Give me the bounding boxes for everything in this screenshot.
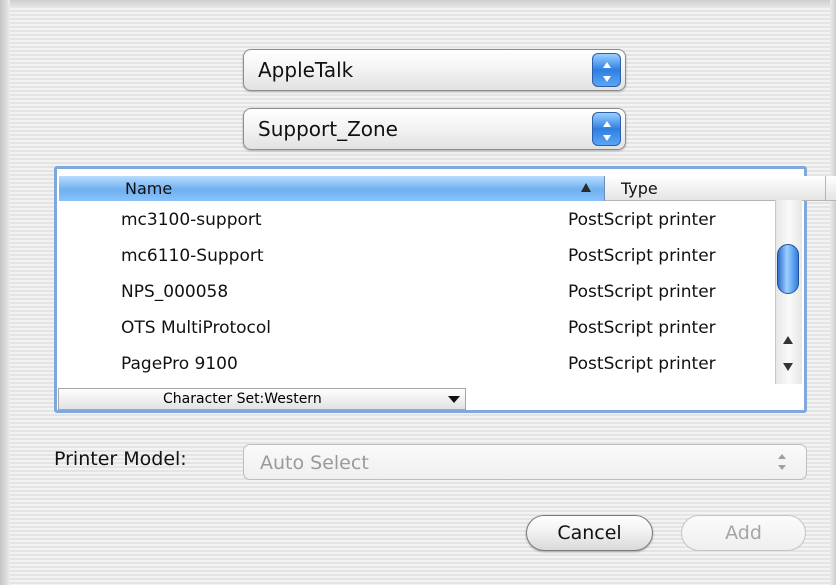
add-button[interactable]: Add [681,515,806,551]
popup-arrows-icon [592,53,621,87]
character-set-label: Character Set:Western [163,391,322,407]
printer-name: mc6110-Support [121,246,264,266]
chevron-down-icon [448,396,460,403]
printer-type: PostScript printer [568,246,716,266]
cancel-button[interactable]: Cancel [526,515,653,551]
column-header-name-label: Name [125,179,173,198]
connection-popup[interactable]: AppleTalk [243,49,626,91]
printer-model-value: Auto Select [260,452,369,474]
scroll-up-arrow-icon[interactable] [781,334,795,346]
window-right-edge [830,0,836,585]
list-item[interactable]: NPS_000058 PostScript printer [58,276,773,312]
printer-name: NPS_000058 [121,282,229,302]
printer-type: PostScript printer [568,318,716,338]
printer-name: OTS MultiProtocol [121,318,272,338]
list-item[interactable]: OTS MultiProtocol PostScript printer [58,312,773,348]
printer-type: PostScript printer [568,354,716,374]
printer-name: PagePro 9100 [121,354,238,374]
window-top-edge [0,0,836,8]
column-header-type-label: Type [621,179,658,198]
zone-popup[interactable]: Support_Zone [243,108,626,150]
sort-ascending-icon [581,183,591,192]
printer-model-popup[interactable]: Auto Select [243,444,807,480]
character-set-popup[interactable]: Character Set:Western [58,388,466,410]
list-item[interactable]: mc3100-support PostScript printer [58,204,773,240]
popup-arrows-icon [778,454,786,470]
printer-rows: mc3100-support PostScript printer mc6110… [58,204,773,384]
scroll-down-arrow-icon[interactable] [781,361,795,373]
list-item[interactable]: PagePro 9100 PostScript printer [58,348,773,384]
popup-arrows-icon [592,112,621,146]
connection-popup-value: AppleTalk [258,58,354,82]
scrollbar-thumb[interactable] [777,244,799,294]
zone-popup-value: Support_Zone [258,117,398,141]
column-header-type[interactable]: Type [605,176,825,201]
printer-name: mc3100-support [121,210,262,230]
header-corner [825,176,836,201]
window-left-edge [0,0,10,585]
column-header-name[interactable]: Name [59,176,605,201]
printer-type: PostScript printer [568,282,716,302]
printer-model-label: Printer Model: [54,448,187,470]
list-item[interactable]: mc6110-Support PostScript printer [58,240,773,276]
printer-type: PostScript printer [568,210,716,230]
